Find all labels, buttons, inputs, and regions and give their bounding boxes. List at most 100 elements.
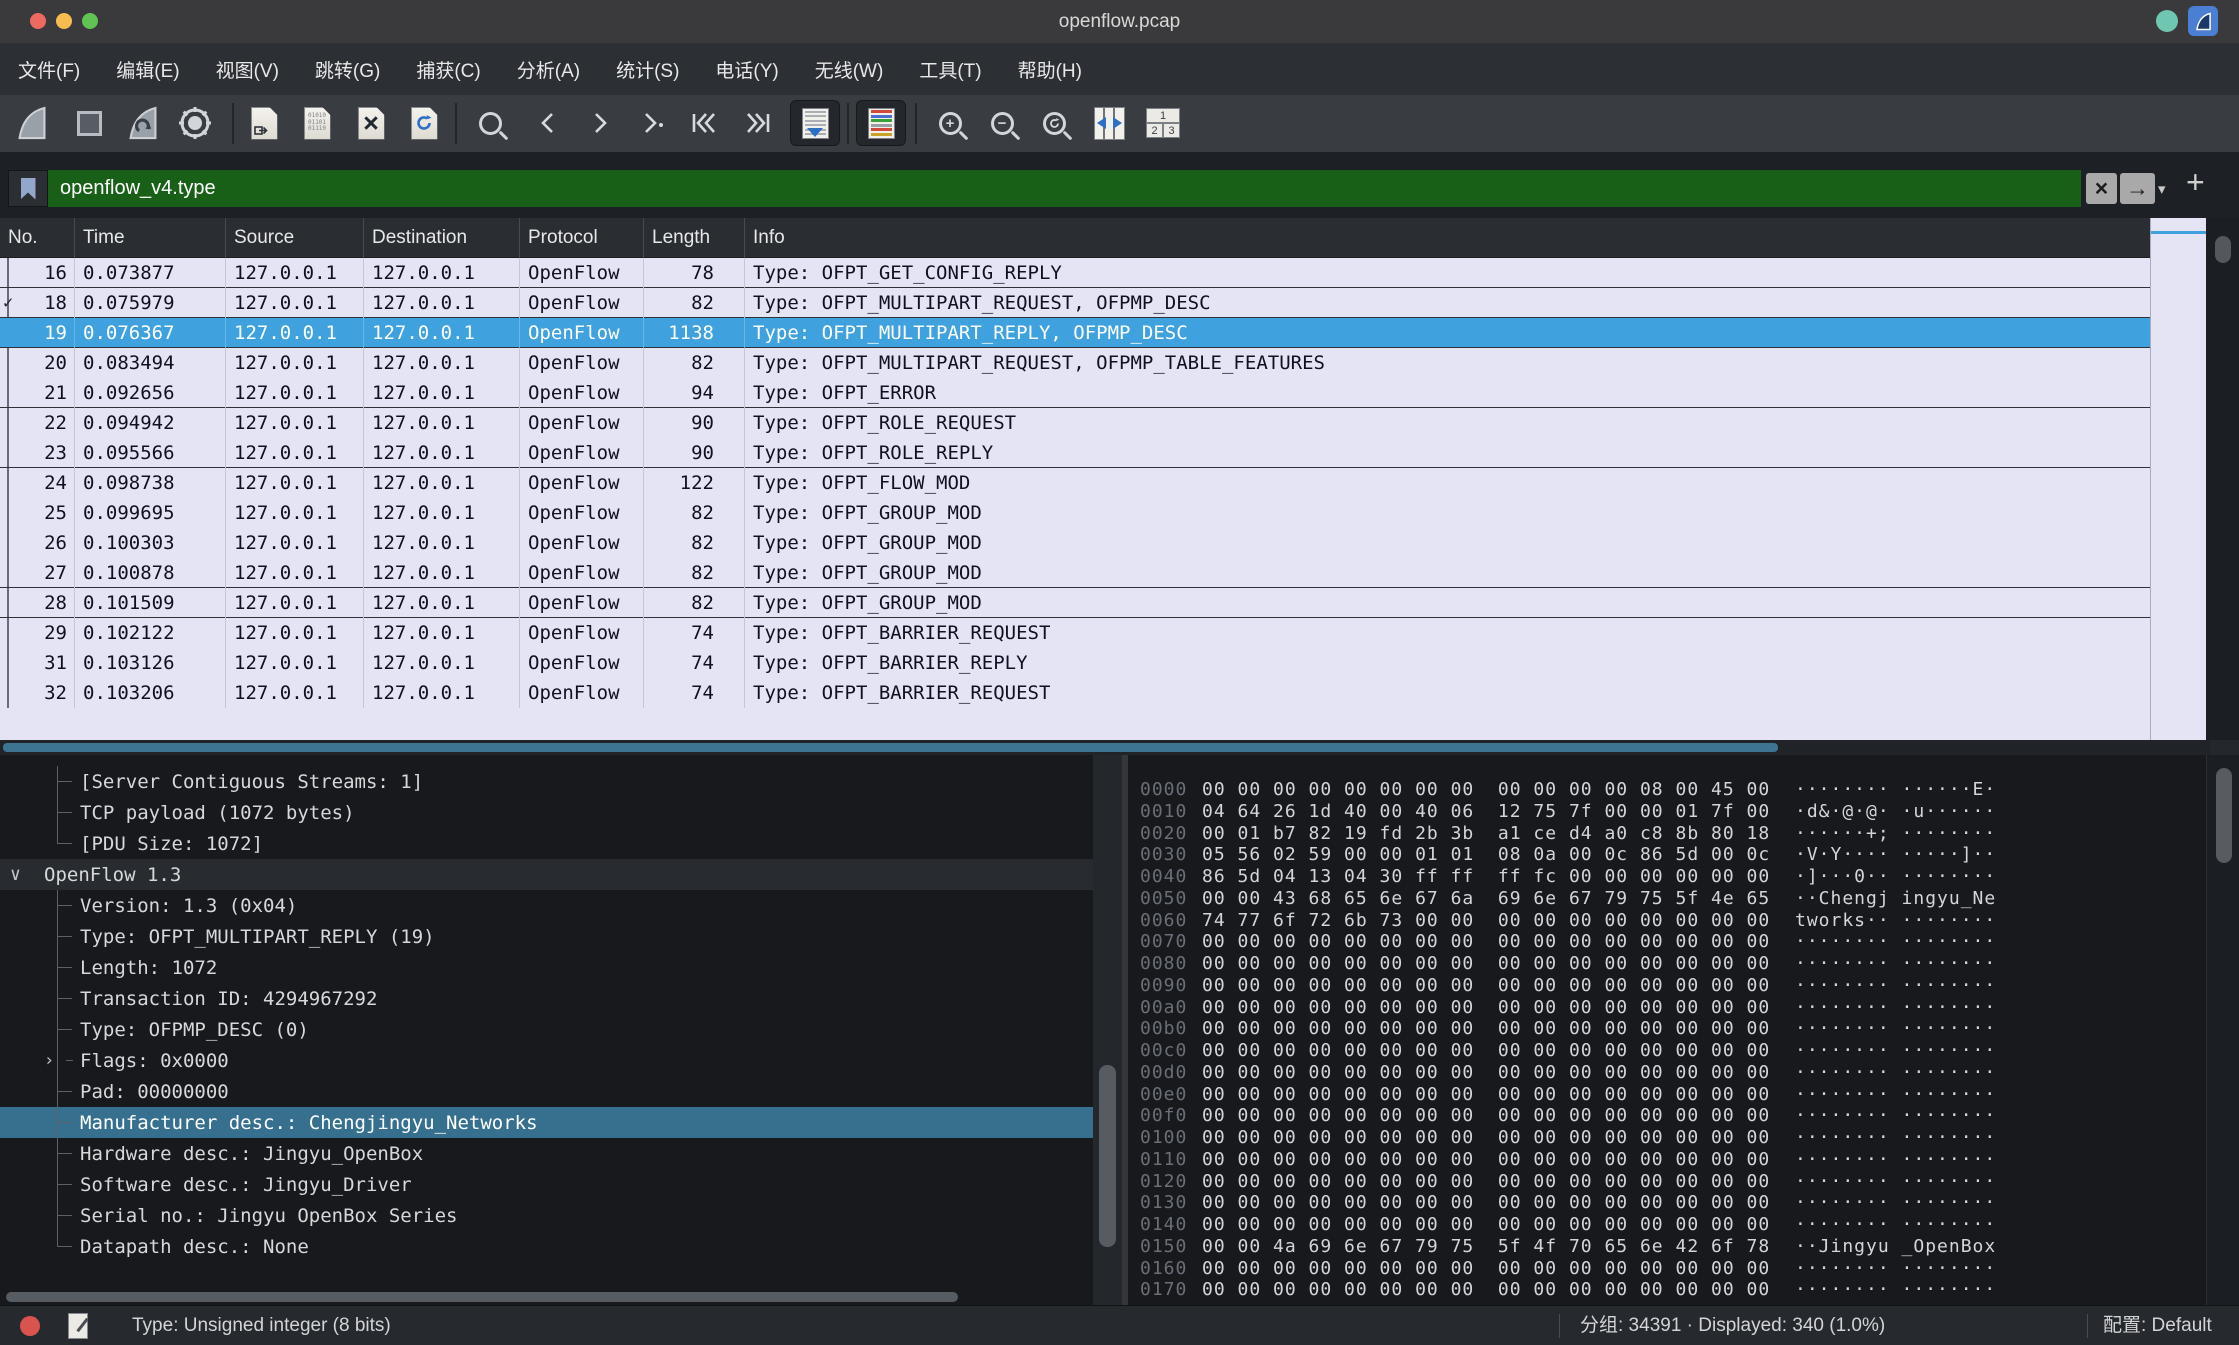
packet-row[interactable]: 310.103126127.0.0.1127.0.0.1OpenFlow74Ty… [0,648,2150,678]
hex-line[interactable]: 007000 00 00 00 00 00 00 00 00 00 00 00 … [1128,931,2206,953]
column-header-info[interactable]: Info [745,218,2150,258]
detail-item[interactable]: Software desc.: Jingyu_Driver [0,1169,1093,1200]
open-file-icon[interactable] [241,100,287,146]
restart-capture-icon[interactable] [120,100,166,146]
details-vertical-scrollbar[interactable] [1093,755,1122,1305]
hex-line[interactable]: 006074 77 6f 72 6b 73 00 00 00 00 00 00 … [1128,910,2206,932]
detail-item[interactable]: [Server Contiguous Streams: 1] [0,766,1093,797]
zoom-reset-icon[interactable] [1031,100,1077,146]
filter-bookmark-button[interactable] [8,170,48,207]
packet-row[interactable]: 210.092656127.0.0.1127.0.0.1OpenFlow94Ty… [0,378,2150,408]
hex-line[interactable]: 008000 00 00 00 00 00 00 00 00 00 00 00 … [1128,953,2206,975]
column-header-protocol[interactable]: Protocol [520,218,644,258]
column-header-destination[interactable]: Destination [364,218,520,258]
hex-vertical-scrollbar[interactable] [2206,755,2239,1305]
profile-status[interactable]: 配置: Default [2103,1306,2212,1345]
save-file-icon[interactable]: 01010 01101 01110 [294,100,340,146]
colorize-icon[interactable] [856,100,906,146]
menu-item-file[interactable]: 文件(F) [6,51,92,88]
chevron-down-icon[interactable]: ∨ [10,866,21,884]
menu-item-view[interactable]: 视图(V) [204,51,291,88]
hex-line[interactable]: 016000 00 00 00 00 00 00 00 00 00 00 00 … [1128,1258,2206,1280]
menu-item-telephony[interactable]: 电话(Y) [703,51,790,88]
hex-line[interactable]: 005000 00 43 68 65 6e 67 6a 69 6e 67 79 … [1128,888,2206,910]
hex-line[interactable]: 014000 00 00 00 00 00 00 00 00 00 00 00 … [1128,1214,2206,1236]
packet-list-scroll-thumb[interactable] [2215,236,2231,263]
menu-item-tools[interactable]: 工具(T) [907,51,993,88]
filter-dropdown-caret[interactable]: ▾ [2158,173,2166,204]
hex-line[interactable]: 009000 00 00 00 00 00 00 00 00 00 00 00 … [1128,975,2206,997]
packet-list-hscroll-thumb[interactable] [3,743,1778,752]
details-scroll-thumb[interactable] [1099,1065,1116,1247]
packet-row[interactable]: 280.101509127.0.0.1127.0.0.1OpenFlow82Ty… [0,588,2150,618]
hex-line[interactable]: 004086 5d 04 13 04 30 ff ff ff fc 00 00 … [1128,866,2206,888]
menu-item-edit[interactable]: 编辑(E) [104,51,191,88]
packet-list-vertical-scrollbar[interactable] [2206,218,2239,740]
find-packet-icon[interactable] [467,100,513,146]
packet-row[interactable]: 320.103206127.0.0.1127.0.0.1OpenFlow74Ty… [0,678,2150,708]
go-to-packet-icon[interactable] [630,100,676,146]
detail-item[interactable]: TCP payload (1072 bytes) [0,797,1093,828]
zoom-in-icon[interactable]: + [927,100,973,146]
filter-apply-button[interactable]: → [2120,173,2155,204]
details-horizontal-scroll-thumb[interactable] [6,1292,958,1302]
intelligent-scrollbar-minimap[interactable] [2150,218,2206,740]
menu-item-statistics[interactable]: 统计(S) [604,51,691,88]
filter-add-button[interactable]: + [2186,164,2205,201]
packet-row[interactable]: 270.100878127.0.0.1127.0.0.1OpenFlow82Ty… [0,558,2150,588]
go-first-icon[interactable] [681,100,727,146]
display-filter-input[interactable]: openflow_v4.type [48,170,2081,207]
hex-line[interactable]: 012000 00 00 00 00 00 00 00 00 00 00 00 … [1128,1171,2206,1193]
hex-line[interactable]: 011000 00 00 00 00 00 00 00 00 00 00 00 … [1128,1149,2206,1171]
detail-item[interactable]: ∨OpenFlow 1.3 [0,859,1093,890]
menu-item-help[interactable]: 帮助(H) [1006,51,1094,88]
column-header-length[interactable]: Length [644,218,745,258]
layout-icon[interactable]: 123 [1140,100,1186,146]
packet-row[interactable]: 260.100303127.0.0.1127.0.0.1OpenFlow82Ty… [0,528,2150,558]
detail-item[interactable]: Pad: 00000000 [0,1076,1093,1107]
hex-line[interactable]: 003005 56 02 59 00 00 01 01 08 0a 00 0c … [1128,844,2206,866]
packet-row[interactable]: 220.094942127.0.0.1127.0.0.1OpenFlow90Ty… [0,408,2150,438]
column-header-time[interactable]: Time [75,218,226,258]
packet-row[interactable]: 240.098738127.0.0.1127.0.0.1OpenFlow122T… [0,468,2150,498]
packet-row[interactable]: 250.099695127.0.0.1127.0.0.1OpenFlow82Ty… [0,498,2150,528]
go-last-icon[interactable] [735,100,781,146]
detail-item[interactable]: Version: 1.3 (0x04) [0,890,1093,921]
detail-item[interactable]: Length: 1072 [0,952,1093,983]
hex-line[interactable]: 00a000 00 00 00 00 00 00 00 00 00 00 00 … [1128,997,2206,1019]
hex-line[interactable]: 00c000 00 00 00 00 00 00 00 00 00 00 00 … [1128,1040,2206,1062]
detail-item[interactable]: Hardware desc.: Jingyu_OpenBox [0,1138,1093,1169]
detail-item[interactable]: Transaction ID: 4294967292 [0,983,1093,1014]
menu-item-analyze[interactable]: 分析(A) [505,51,592,88]
hex-line[interactable]: 013000 00 00 00 00 00 00 00 00 00 00 00 … [1128,1192,2206,1214]
detail-item[interactable]: Serial no.: Jingyu OpenBox Series [0,1200,1093,1231]
menu-item-capture[interactable]: 捕获(C) [404,51,492,88]
detail-item[interactable]: Manufacturer desc.: Chengjingyu_Networks [0,1107,1093,1138]
hex-line[interactable]: 00f000 00 00 00 00 00 00 00 00 00 00 00 … [1128,1105,2206,1127]
start-capture-icon[interactable] [9,100,55,146]
filter-clear-button[interactable]: × [2086,173,2117,204]
packet-list-horizontal-scrollbar[interactable] [0,740,2210,755]
packet-row[interactable]: ✓180.075979127.0.0.1127.0.0.1OpenFlow82T… [0,288,2150,318]
hex-scroll-thumb[interactable] [2216,768,2232,863]
packet-row[interactable]: 160.073877127.0.0.1127.0.0.1OpenFlow78Ty… [0,258,2150,288]
expert-info-icon[interactable] [20,1316,40,1336]
hex-line[interactable]: 017000 00 00 00 00 00 00 00 00 00 00 00 … [1128,1279,2206,1301]
hex-line[interactable]: 00e000 00 00 00 00 00 00 00 00 00 00 00 … [1128,1084,2206,1106]
hex-line[interactable]: 015000 00 4a 69 6e 67 79 75 5f 4f 70 65 … [1128,1236,2206,1258]
packet-row[interactable]: 230.095566127.0.0.1127.0.0.1OpenFlow90Ty… [0,438,2150,468]
go-back-icon[interactable] [526,100,572,146]
capture-options-icon[interactable] [172,100,218,146]
packet-row[interactable]: 290.102122127.0.0.1127.0.0.1OpenFlow74Ty… [0,618,2150,648]
hex-line[interactable]: 00b000 00 00 00 00 00 00 00 00 00 00 00 … [1128,1018,2206,1040]
detail-item[interactable]: Datapath desc.: None [0,1231,1093,1262]
reload-file-icon[interactable] [401,100,447,146]
detail-item[interactable]: [PDU Size: 1072] [0,828,1093,859]
hex-line[interactable]: 00d000 00 00 00 00 00 00 00 00 00 00 00 … [1128,1062,2206,1084]
packet-row[interactable]: 200.083494127.0.0.1127.0.0.1OpenFlow82Ty… [0,348,2150,378]
go-forward-icon[interactable] [576,100,622,146]
zoom-out-icon[interactable]: − [979,100,1025,146]
column-header-no[interactable]: No. [0,218,75,258]
column-header-source[interactable]: Source [226,218,364,258]
hex-line[interactable]: 001004 64 26 1d 40 00 40 06 12 75 7f 00 … [1128,801,2206,823]
